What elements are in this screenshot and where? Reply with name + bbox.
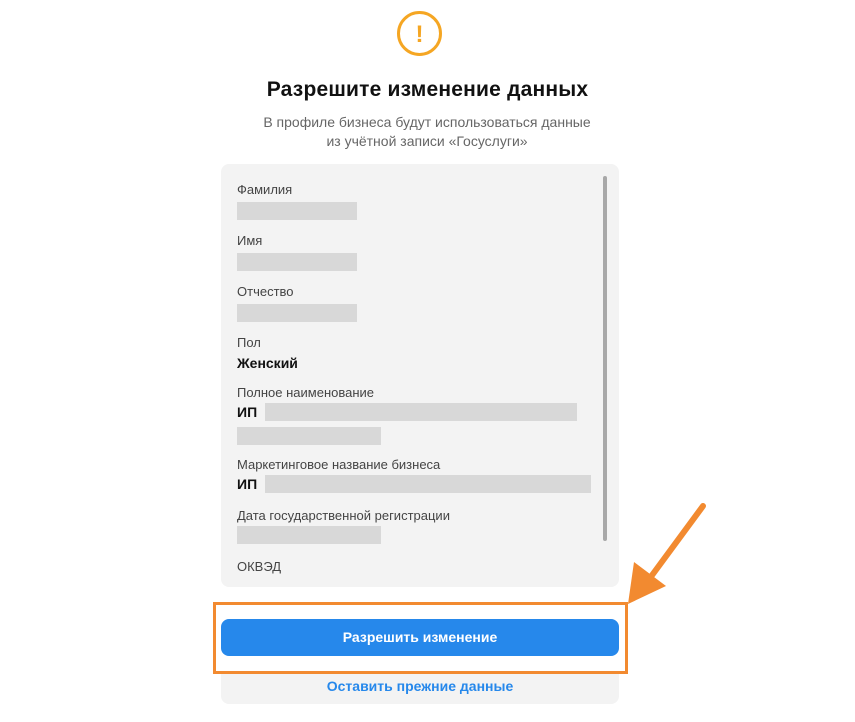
field-full-name-value-line2 (237, 427, 381, 445)
keep-previous-data-link[interactable]: Оставить прежние данные (221, 678, 619, 694)
field-marketing-name-value (265, 475, 591, 493)
field-marketing-name-prefix: ИП (237, 476, 258, 492)
field-marketing-name-label: Маркетинговое название бизнеса (237, 457, 441, 472)
field-gender: Пол Женский (237, 335, 298, 372)
field-name: Имя (237, 233, 357, 271)
field-okved-label: ОКВЭД (237, 559, 282, 574)
field-patronymic-value (237, 304, 357, 322)
field-surname-label: Фамилия (237, 182, 293, 197)
field-name-value (237, 253, 357, 271)
exclamation-circle-icon: ! (397, 11, 442, 56)
field-full-name-label: Полное наименование (237, 385, 375, 400)
field-patronymic-label: Отчество (237, 284, 294, 299)
page-subtitle: В профиле бизнеса будут использоваться д… (227, 113, 627, 151)
annotation-arrow-icon (628, 503, 706, 604)
field-patronymic: Отчество (237, 284, 357, 322)
allow-change-button[interactable]: Разрешить изменение (221, 619, 619, 656)
field-marketing-name: Маркетинговое название бизнеса ИП (237, 457, 591, 493)
field-surname: Фамилия (237, 182, 357, 220)
field-gender-label: Пол (237, 335, 261, 350)
data-card[interactable]: Фамилия Имя Отчество Пол Женский Полное … (221, 164, 619, 587)
field-full-name-value-line1 (265, 403, 577, 421)
field-reg-date-label: Дата государственной регистрации (237, 508, 450, 523)
subtitle-line-1: В профиле бизнеса будут использоваться д… (263, 114, 591, 130)
field-full-name-prefix: ИП (237, 404, 258, 420)
subtitle-line-2: из учётной записи «Госуслуги» (326, 133, 528, 149)
svg-text:!: ! (416, 21, 424, 48)
field-okved: ОКВЭД (237, 559, 281, 575)
field-reg-date-value (237, 526, 381, 544)
field-gender-value: Женский (237, 355, 298, 371)
field-surname-value (237, 202, 357, 220)
field-reg-date: Дата государственной регистрации (237, 508, 450, 544)
field-full-name: Полное наименование ИП (237, 385, 577, 445)
field-name-label: Имя (237, 233, 263, 248)
card-scrollbar[interactable] (603, 176, 607, 541)
page-title: Разрешите изменение данных (266, 78, 589, 101)
